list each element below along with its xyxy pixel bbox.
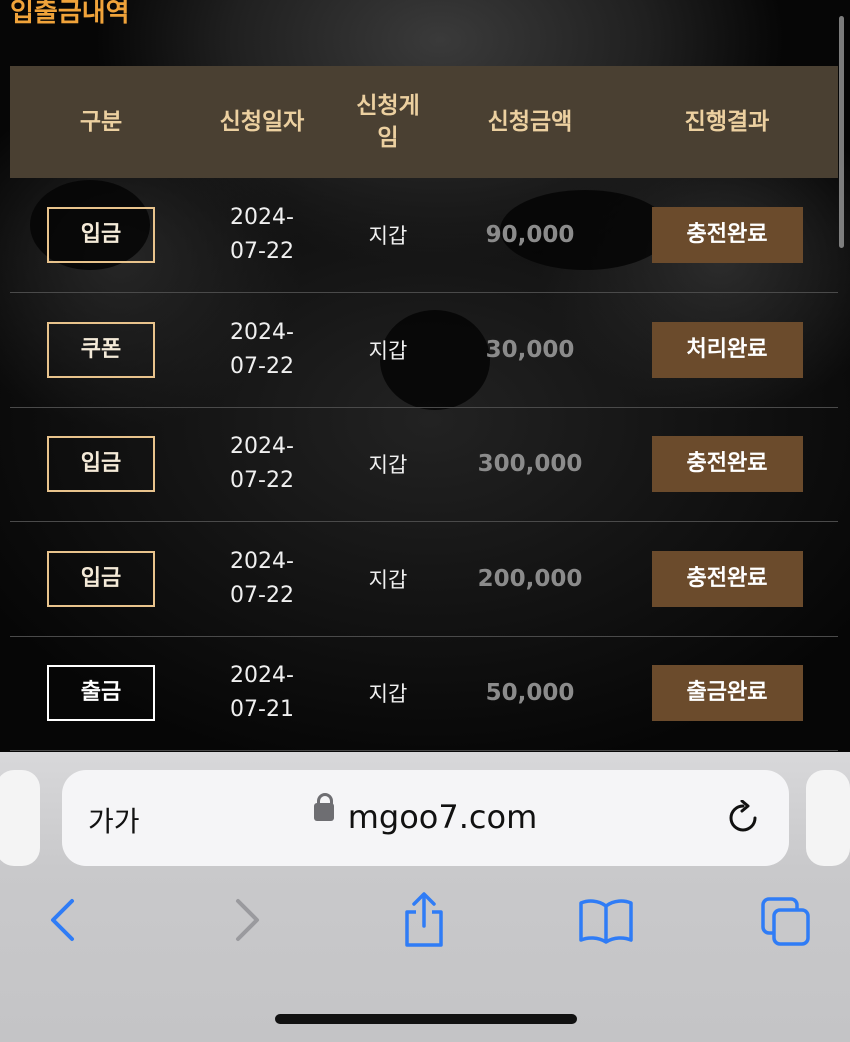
- forward-icon[interactable]: [232, 898, 262, 946]
- lock-icon: [313, 792, 334, 821]
- table-header-row: 구분 신청일자 신청게임 신청금액 진행결과: [10, 66, 838, 178]
- previous-tab-card[interactable]: [0, 770, 40, 866]
- type-badge: 쿠폰: [47, 321, 155, 378]
- browser-chrome: 가가 mgoo7.com: [0, 752, 850, 1042]
- date-cell: 2024- 07-22: [192, 522, 332, 637]
- header-game-line1: 신청게: [356, 93, 420, 119]
- header-date: 신청일자: [219, 109, 305, 135]
- url-display[interactable]: mgoo7.com: [62, 792, 789, 836]
- date-year: 2024-: [230, 319, 294, 345]
- date-year: 2024-: [230, 434, 294, 460]
- type-badge: 출금: [47, 665, 155, 722]
- game-cell: 지갑: [368, 567, 408, 592]
- date-year: 2024-: [230, 205, 294, 230]
- date-month-day: 07-22: [230, 353, 294, 379]
- address-bar[interactable]: 가가 mgoo7.com: [62, 770, 789, 866]
- amount-cell: 300,000: [477, 451, 583, 478]
- header-game: 신청게임: [332, 66, 444, 178]
- date-month-day: 07-22: [230, 468, 294, 494]
- date-month-day: 07-22: [230, 239, 294, 264]
- bookmarks-icon[interactable]: [578, 898, 634, 948]
- next-tab-card[interactable]: [806, 770, 850, 866]
- table-row[interactable]: 쿠폰 2024- 07-22 지갑 30,000 처리완료: [10, 293, 838, 408]
- game-cell: 지갑: [368, 453, 408, 478]
- header-amount: 신청금액: [487, 109, 573, 135]
- game-cell: 지갑: [368, 224, 408, 248]
- status-badge: 출금완료: [651, 665, 803, 722]
- home-indicator: [275, 1014, 577, 1024]
- section-title: 입출금내역: [10, 0, 130, 28]
- header-game-line2: 임: [377, 125, 399, 151]
- transaction-table: 구분 신청일자 신청게임 신청금액 진행결과 입금 2024- 07-22 지갑 …: [10, 66, 838, 751]
- amount-cell: 200,000: [477, 565, 583, 592]
- status-badge: 충전완료: [651, 207, 803, 263]
- type-badge: 입금: [47, 550, 155, 607]
- table-row[interactable]: 입금 2024- 07-22 지갑 200,000 충전완료: [10, 522, 838, 637]
- date-month-day: 07-22: [230, 582, 294, 608]
- type-badge: 입금: [47, 207, 155, 263]
- header-type: 구분: [79, 109, 123, 135]
- date-year: 2024-: [230, 663, 294, 689]
- date-cell: 2024- 07-22: [192, 178, 332, 293]
- page-content: 입출금내역 구분 신청일자 신청게임 신청금액 진행결과 입금 2024- 07-…: [0, 0, 850, 752]
- status-badge: 충전완료: [651, 550, 803, 607]
- game-cell: 지갑: [368, 682, 408, 707]
- status-badge: 충전완료: [651, 436, 803, 493]
- date-cell: 2024- 07-22: [192, 293, 332, 408]
- type-badge: 입금: [47, 436, 155, 493]
- table-row[interactable]: 출금 2024- 07-21 지갑 50,000 출금완료: [10, 636, 838, 751]
- date-cell: 2024- 07-22: [192, 407, 332, 522]
- status-badge: 처리완료: [651, 321, 803, 378]
- page-scrollbar[interactable]: [839, 16, 844, 248]
- header-status: 진행결과: [684, 109, 770, 135]
- date-month-day: 07-21: [230, 697, 294, 723]
- table-row[interactable]: 입금 2024- 07-22 지갑 300,000 충전완료: [10, 407, 838, 522]
- amount-cell: 50,000: [485, 680, 575, 707]
- table-row[interactable]: 입금 2024- 07-22 지갑 90,000 충전완료: [10, 178, 838, 293]
- back-icon[interactable]: [48, 898, 78, 946]
- date-year: 2024-: [230, 548, 294, 574]
- amount-cell: 30,000: [485, 336, 575, 363]
- amount-cell: 90,000: [485, 222, 575, 248]
- url-text: mgoo7.com: [347, 798, 538, 836]
- game-cell: 지갑: [368, 338, 408, 363]
- tabs-icon[interactable]: [760, 896, 812, 952]
- share-icon[interactable]: [402, 892, 446, 952]
- date-cell: 2024- 07-21: [192, 636, 332, 751]
- reload-icon[interactable]: [725, 799, 761, 840]
